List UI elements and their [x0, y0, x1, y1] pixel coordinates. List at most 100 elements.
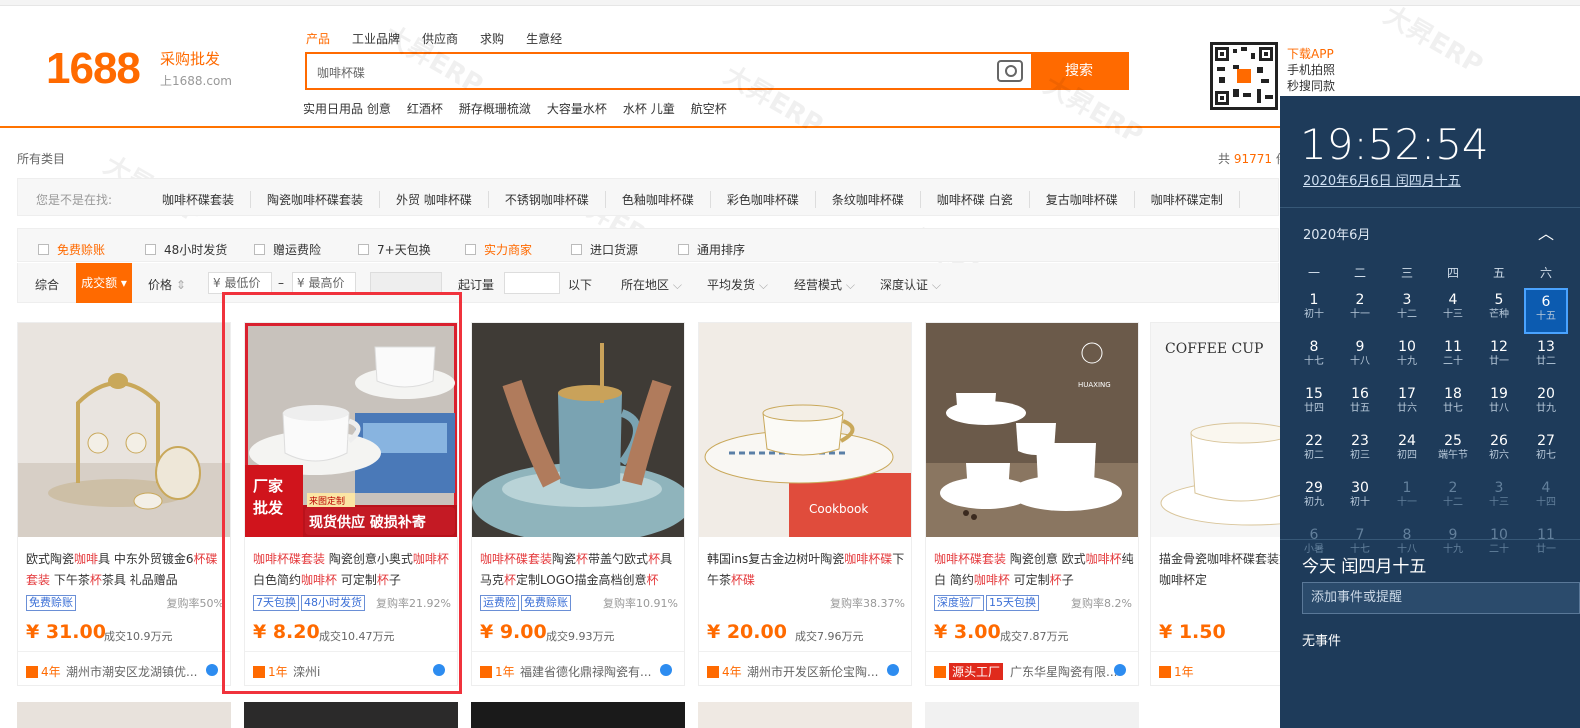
product-card[interactable]: 欧式陶瓷咖啡具 中东外贸镀金6杯碟套装 下午茶杯茶具 礼品赠品 免费赊账 复购率50…	[17, 322, 231, 686]
suggestion-item[interactable]: 复古咖啡杯碟	[1030, 191, 1135, 208]
filter-7day-exchange[interactable]: 7+天包换	[358, 241, 431, 258]
chat-icon[interactable]	[887, 664, 899, 676]
tab-products[interactable]: 产品	[306, 30, 330, 47]
calendar-day[interactable]: 25 端午节	[1431, 429, 1475, 475]
calendar-day[interactable]: 11 二十	[1431, 335, 1475, 381]
filter-imported[interactable]: 进口货源	[571, 241, 638, 258]
hot-keyword[interactable]: 航空杯	[691, 100, 727, 117]
sort-price[interactable]: 价格 ⇕	[148, 276, 186, 293]
search-input[interactable]: 咖啡杯碟	[317, 64, 365, 81]
product-image[interactable]: HUAXING	[926, 323, 1138, 537]
cert-dropdown[interactable]: 深度认证 ⌵	[880, 276, 941, 293]
supplier-location[interactable]: 潮州市开发区新伦宝陶...	[747, 663, 887, 680]
product-image[interactable]	[472, 323, 684, 537]
suggestion-item[interactable]: 色釉咖啡杯碟	[606, 191, 711, 208]
tab-suppliers[interactable]: 供应商	[422, 30, 458, 47]
checkbox[interactable]	[254, 244, 265, 255]
suggestion-item[interactable]: 条纹咖啡杯碟	[816, 191, 921, 208]
calendar-day[interactable]: 19 廿八	[1477, 382, 1521, 428]
add-event-input[interactable]: 添加事件或提醒	[1302, 582, 1580, 614]
next-row-product[interactable]	[925, 702, 1139, 728]
next-row-product[interactable]	[698, 702, 912, 728]
calendar-day[interactable]: 4 十四	[1524, 476, 1568, 522]
product-title[interactable]: 咖啡杯碟套装 陶瓷创意 欧式咖啡杯纯白 简约咖啡杯 可定制杯子	[934, 549, 1134, 591]
calendar-day[interactable]: 15 廿四	[1292, 382, 1336, 428]
suggestion-item[interactable]: 陶瓷咖啡杯碟套装	[251, 191, 381, 208]
calendar-day[interactable]: 11 廿一	[1524, 523, 1568, 569]
all-categories[interactable]: 所有类目	[17, 150, 65, 167]
hot-keyword[interactable]: 红酒杯	[407, 100, 443, 117]
view-toggle[interactable]	[370, 272, 442, 294]
hot-keyword[interactable]: 实用日用品 创意	[303, 100, 391, 117]
camera-icon[interactable]	[997, 60, 1023, 82]
next-row-product[interactable]	[244, 702, 458, 728]
calendar-day[interactable]: 8 十七	[1292, 335, 1336, 381]
supplier-location[interactable]: 潮州市潮安区龙湖镇优...	[66, 663, 206, 680]
checkbox[interactable]	[678, 244, 689, 255]
hot-keyword[interactable]: 掰存概珊梳潋	[459, 100, 531, 117]
product-title[interactable]: 咖啡杯碟套装陶瓷杯带盖勺欧式杯具马克杯定制LOGO描金高档创意杯	[480, 549, 680, 591]
calendar-day[interactable]: 10 二十	[1477, 523, 1521, 569]
calendar-day[interactable]: 13 廿二	[1524, 335, 1568, 381]
filter-strong-merchant[interactable]: 实力商家	[465, 241, 532, 258]
next-row-product[interactable]	[471, 702, 685, 728]
calendar-day[interactable]: 2 十二	[1431, 476, 1475, 522]
calendar-day[interactable]: 22 初二	[1292, 429, 1336, 475]
product-title[interactable]: 欧式陶瓷咖啡具 中东外贸镀金6杯碟套装 下午茶杯茶具 礼品赠品	[26, 549, 226, 591]
hot-keyword[interactable]: 水杯 儿童	[623, 100, 675, 117]
suggestion-item[interactable]: 咖啡杯碟 白瓷	[921, 191, 1030, 208]
next-row-product[interactable]	[17, 702, 231, 728]
product-card[interactable]: Cookbook 韩国ins复古金边树叶陶瓷咖啡杯碟下午茶杯碟 复购率38.37% ¥…	[698, 322, 912, 686]
calendar-day[interactable]: 24 初四	[1385, 429, 1429, 475]
tab-industrial-brands[interactable]: 工业品牌	[352, 30, 400, 47]
region-dropdown[interactable]: 所在地区 ⌵	[621, 276, 682, 293]
site-logo[interactable]: 1688	[46, 44, 141, 94]
filter-48h-ship[interactable]: 48小时发货	[145, 241, 227, 258]
calendar-day[interactable]: 17 廿六	[1385, 382, 1429, 428]
calendar-day[interactable]: 1 初十	[1292, 288, 1336, 334]
calendar-day[interactable]: 12 廿一	[1477, 335, 1521, 381]
calendar-month[interactable]: 2020年6月	[1303, 224, 1370, 243]
min-price-input[interactable]: ¥ 最低价	[208, 272, 272, 294]
checkbox[interactable]	[465, 244, 476, 255]
suggestion-item[interactable]: 外贸 咖啡杯碟	[380, 191, 489, 208]
calendar-day[interactable]: 10 十九	[1385, 335, 1429, 381]
calendar-day[interactable]: 2 十一	[1338, 288, 1382, 334]
checkbox[interactable]	[358, 244, 369, 255]
calendar-day[interactable]: 26 初六	[1477, 429, 1521, 475]
calendar-day[interactable]: 3 十三	[1477, 476, 1521, 522]
suggestion-item[interactable]: 彩色咖啡杯碟	[711, 191, 816, 208]
filter-free-credit[interactable]: 免费赊账	[38, 241, 105, 258]
calendar-day[interactable]: 23 初三	[1338, 429, 1382, 475]
calendar-day[interactable]: 3 十二	[1385, 288, 1429, 334]
calendar-day[interactable]: 27 初七	[1524, 429, 1568, 475]
clock-date-link[interactable]: 2020年6月6日 闰四月十五	[1303, 170, 1461, 189]
moq-input[interactable]	[504, 272, 560, 294]
search-button[interactable]: 搜索	[1031, 54, 1127, 88]
calendar-day[interactable]: 5 芒种	[1477, 288, 1521, 334]
product-image[interactable]	[18, 323, 230, 537]
max-price-input[interactable]: ¥ 最高价	[292, 272, 356, 294]
chat-icon[interactable]	[206, 664, 218, 676]
suggestion-item[interactable]: 不锈钢咖啡杯碟	[489, 191, 606, 208]
calendar-day[interactable]: 6 十五	[1524, 288, 1568, 334]
avg-ship-dropdown[interactable]: 平均发货 ⌵	[707, 276, 768, 293]
sort-volume[interactable]: 成交额 ▾	[76, 263, 132, 303]
suggestion-item[interactable]: 咖啡杯碟套装	[146, 191, 252, 208]
sort-overall[interactable]: 综合	[35, 276, 59, 293]
hot-keyword[interactable]: 大容量水杯	[547, 100, 607, 117]
filter-shipping-insurance[interactable]: 赠运费险	[254, 241, 321, 258]
supplier-location[interactable]: 福建省德化鼎禄陶瓷有...	[520, 663, 660, 680]
calendar-day[interactable]: 9 十九	[1431, 523, 1475, 569]
chevron-up-icon[interactable]: ︿	[1538, 220, 1554, 244]
calendar-day[interactable]: 18 廿七	[1431, 382, 1475, 428]
product-title[interactable]: 韩国ins复古金边树叶陶瓷咖啡杯碟下午茶杯碟	[707, 549, 907, 591]
filter-general-sort[interactable]: 通用排序	[678, 241, 745, 258]
product-card[interactable]: 咖啡杯碟套装陶瓷杯带盖勺欧式杯具马克杯定制LOGO描金高档创意杯 运费险 免费赊账 复…	[471, 322, 685, 686]
checkbox[interactable]	[145, 244, 156, 255]
chat-icon[interactable]	[1114, 664, 1126, 676]
checkbox[interactable]	[571, 244, 582, 255]
supplier-location[interactable]: 广东华星陶瓷有限...	[1010, 663, 1150, 680]
download-app-link[interactable]: 下载APP	[1287, 46, 1335, 62]
calendar-day[interactable]: 1 十一	[1385, 476, 1429, 522]
